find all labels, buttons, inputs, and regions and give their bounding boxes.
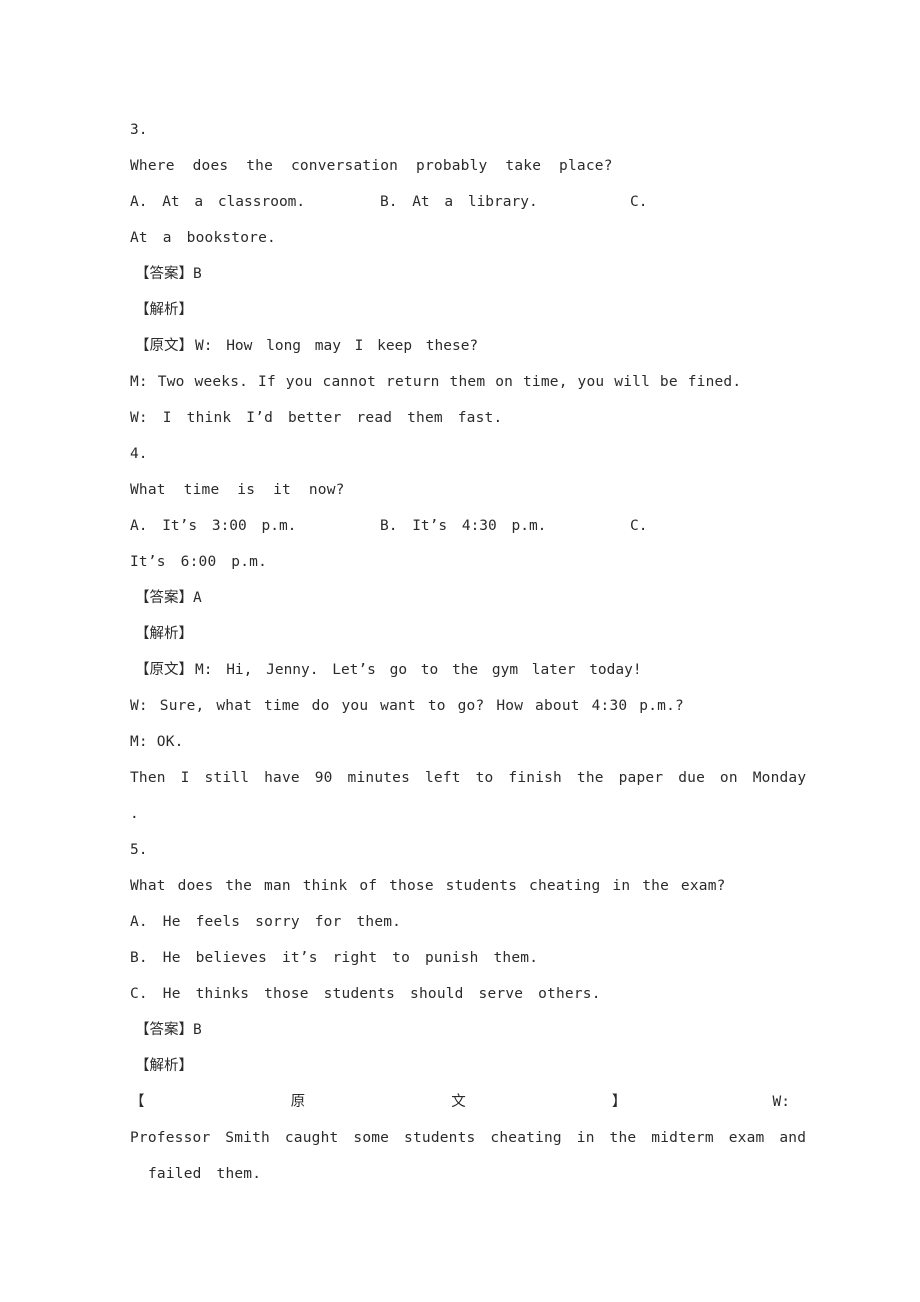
question-4-options: A. It’s 3:00 p.m. B. It’s 4:30 p.m. C. — [130, 508, 790, 544]
answer-label-5: 【答案】B — [130, 1012, 790, 1048]
option-4-a[interactable]: A. It’s 3:00 p.m. — [130, 508, 296, 544]
transcript-label-3-text: 【原文】 — [135, 338, 193, 354]
transcript-3-line-3: W: I think I’d better read them fast. — [130, 410, 503, 426]
transcript-4-line-3: M: OK. — [130, 734, 184, 750]
transcript-label-4-text: 【原文】 — [135, 662, 193, 678]
option-3-b[interactable]: B. At a library. — [380, 184, 538, 220]
question-number-4: 4. — [130, 446, 148, 462]
transcript-char-yuan: 原 — [290, 1094, 306, 1110]
document-page: 3. Where does the conversation probably … — [0, 0, 920, 1302]
option-4-c-marker[interactable]: C. — [630, 508, 647, 544]
page-content: 3. Where does the conversation probably … — [130, 112, 807, 1192]
option-3-c-marker[interactable]: C. — [630, 184, 647, 220]
transcript-3-line-2: M: Two weeks. If you cannot return them … — [130, 374, 742, 390]
analysis-label-5: 【解析】 — [135, 1058, 193, 1074]
option-4-b[interactable]: B. It’s 4:30 p.m. — [380, 508, 546, 544]
analysis-label-4: 【解析】 — [135, 626, 193, 642]
transcript-char-wen: 文 — [451, 1094, 466, 1110]
transcript-4-line-2: W: Sure, what time do you want to go? Ho… — [130, 698, 684, 714]
transcript-4-line-1: M: Hi, Jenny. Let’s go to the gym later … — [195, 662, 642, 678]
option-5-a[interactable]: A. He feels sorry for them. — [130, 904, 790, 940]
answer-label-3: 【答案】B — [130, 256, 790, 292]
answer-label-5-text: 【答案】 — [135, 1022, 193, 1038]
transcript-4-line-5: . — [130, 806, 139, 822]
transcript-5-speaker: W: — [772, 1094, 790, 1110]
answer-label-3-text: 【答案】 — [135, 266, 193, 282]
answer-value-4: A — [193, 590, 202, 606]
transcript-3-line-1: W: How long may I keep these? — [195, 338, 479, 354]
option-4-c-continuation[interactable]: It’s 6:00 p.m. — [130, 544, 790, 580]
bracket-close: 】 — [611, 1094, 627, 1110]
answer-label-4: 【答案】A — [130, 580, 790, 616]
transcript-label-5-spread: 【 原 文 】 W: — [130, 1084, 790, 1120]
option-5-b[interactable]: B. He believes it’s right to punish them… — [130, 940, 790, 976]
bracket-open: 【 — [130, 1094, 145, 1110]
question-number-3: 3. — [130, 122, 148, 138]
question-stem-5: What does the man think of those student… — [130, 878, 726, 894]
question-3-options: A. At a classroom. B. At a library. C. — [130, 184, 790, 220]
transcript-5-line-1: Professor Smith caught some students che… — [130, 1130, 807, 1146]
option-5-c[interactable]: C. He thinks those students should serve… — [130, 976, 790, 1012]
transcript-5-line-2: failed them. — [148, 1166, 262, 1182]
question-number-5: 5. — [130, 842, 148, 858]
transcript-4-line-4: Then I still have 90 minutes left to fin… — [130, 770, 807, 786]
option-3-a[interactable]: A. At a classroom. — [130, 184, 305, 220]
option-3-c-continuation[interactable]: At a bookstore. — [130, 220, 790, 256]
transcript-label-4: 【原文】 M: Hi, Jenny. Let’s go to the gym la… — [130, 652, 790, 688]
analysis-label-3: 【解析】 — [135, 302, 193, 318]
answer-value-3: B — [193, 266, 202, 282]
question-stem-3: Where does the conversation probably tak… — [130, 158, 613, 174]
transcript-label-3: 【原文】 W: How long may I keep these? — [130, 328, 790, 364]
answer-label-4-text: 【答案】 — [135, 590, 193, 606]
question-stem-4: What time is it now? — [130, 482, 345, 498]
answer-value-5: B — [193, 1022, 202, 1038]
